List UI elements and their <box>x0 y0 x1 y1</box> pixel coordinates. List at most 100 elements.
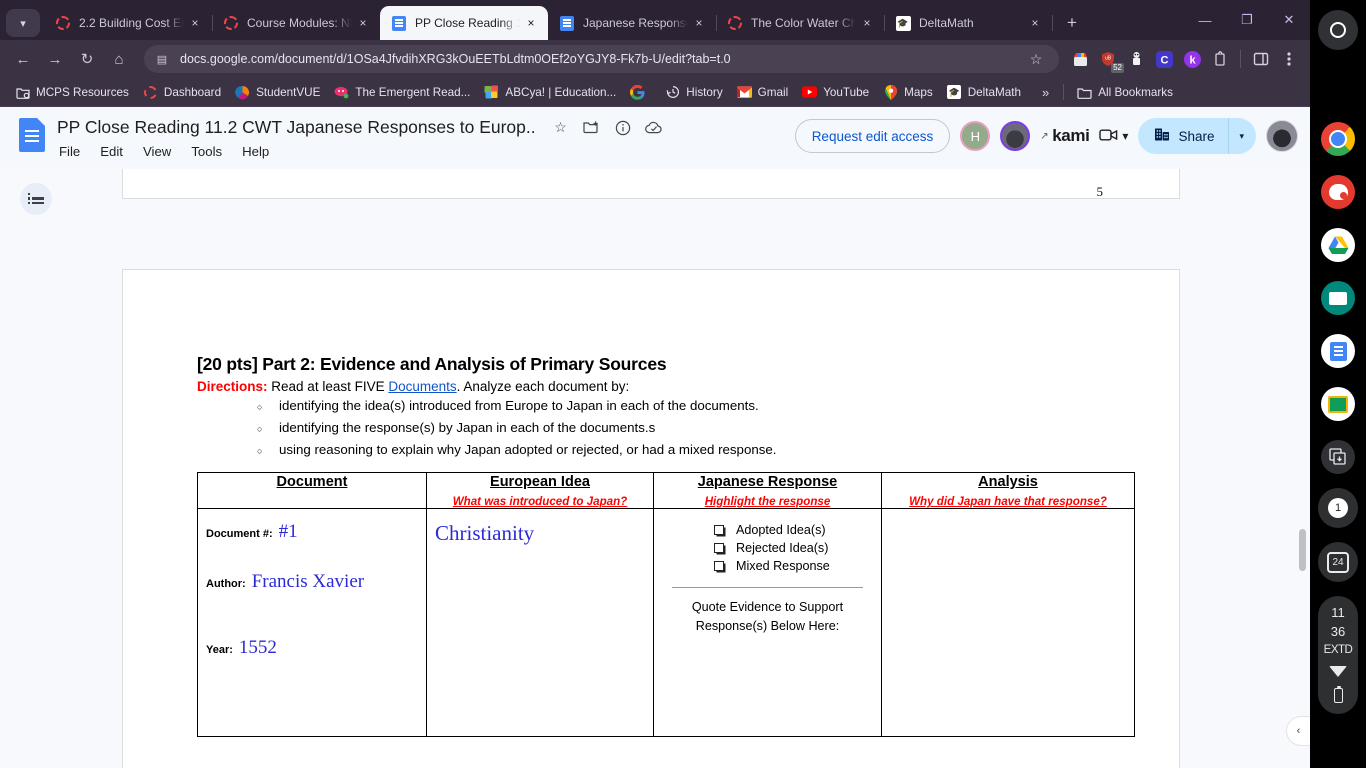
notification-center-button[interactable]: 1 <box>1318 488 1358 528</box>
k-extension-icon[interactable]: k <box>1179 45 1205 73</box>
tab-search-button[interactable]: ▾ <box>6 9 40 37</box>
launcher-button[interactable] <box>1318 10 1358 50</box>
star-icon[interactable]: ☆ <box>551 118 570 137</box>
menu-tools[interactable]: Tools <box>189 143 224 160</box>
checkbox-row-adopted[interactable]: Adopted Idea(s) <box>668 521 867 539</box>
bookmark-youtube[interactable]: YouTube <box>795 81 876 103</box>
documents-link[interactable]: Documents <box>388 379 456 394</box>
tab-2-active[interactable]: PP Close Reading 11 × <box>380 6 548 40</box>
tab-close-button[interactable]: × <box>858 14 876 32</box>
vertical-scrollbar[interactable] <box>1299 529 1306 571</box>
chrome-webstore-icon[interactable] <box>1067 45 1093 73</box>
european-idea-value: Christianity <box>435 521 535 545</box>
shelf-app-paint[interactable] <box>1321 175 1355 209</box>
share-dropdown-button[interactable]: ▾ <box>1228 118 1256 154</box>
tab-close-button[interactable]: × <box>522 14 540 32</box>
checkbox-row-mixed[interactable]: Mixed Response <box>668 557 867 575</box>
back-icon[interactable]: ← <box>8 44 38 74</box>
youtube-icon <box>802 85 818 100</box>
bookmark-abcya[interactable]: ABCya! | Education... <box>477 81 623 103</box>
move-to-folder-icon[interactable] <box>582 118 601 137</box>
restore-icon[interactable]: ❐ <box>1226 0 1268 40</box>
shelf-app-classroom[interactable] <box>1321 387 1355 421</box>
calendar-button[interactable]: 24 <box>1318 542 1358 582</box>
shelf-app-slides[interactable] <box>1321 281 1355 315</box>
checkbox-icon[interactable] <box>714 561 724 571</box>
shelf-app-chrome[interactable] <box>1321 122 1355 156</box>
account-avatar[interactable] <box>1266 120 1298 152</box>
shelf-app-docs[interactable] <box>1321 334 1355 368</box>
chrome-menu-icon[interactable] <box>1276 45 1302 73</box>
kami-extension-button[interactable]: ↗ kami <box>1040 126 1090 146</box>
shelf-app-drive[interactable] <box>1321 228 1355 262</box>
status-tray[interactable]: 11 36 EXTD <box>1318 596 1358 714</box>
cell-japanese-response[interactable]: Adopted Idea(s) Rejected Idea(s) Mixed R… <box>653 508 882 737</box>
checkbox-row-rejected[interactable]: Rejected Idea(s) <box>668 539 867 557</box>
directions-line: Directions: Read at least FIVE Documents… <box>197 379 1137 394</box>
new-tab-button[interactable]: + <box>1058 9 1086 37</box>
checkbox-icon[interactable] <box>714 543 724 553</box>
address-bar[interactable]: ▤ docs.google.com/document/d/1OSa4Jfvdih… <box>144 45 1059 73</box>
header-cell-document: Document <box>197 472 427 509</box>
forward-icon[interactable]: → <box>40 44 70 74</box>
menu-edit[interactable]: Edit <box>98 143 125 160</box>
tab-close-button[interactable]: × <box>690 14 708 32</box>
collaborator-avatar-image[interactable] <box>1000 121 1031 151</box>
menu-view[interactable]: View <box>141 143 173 160</box>
share-button[interactable]: Share <box>1138 118 1228 154</box>
document-number-label: Document #: <box>206 528 273 540</box>
bookmark-maps[interactable]: Maps <box>876 81 940 103</box>
bookmark-gmail[interactable]: Gmail <box>730 81 796 103</box>
home-icon[interactable]: ⌂ <box>104 44 134 74</box>
collapse-panel-button[interactable]: ‹ <box>1286 716 1310 746</box>
google-docs-logo[interactable] <box>16 118 48 160</box>
bookmark-history[interactable]: History <box>658 81 729 103</box>
bullet-marker-icon: ○ <box>257 446 263 456</box>
bookmarks-overflow-button[interactable]: » <box>1034 85 1057 100</box>
cloud-saved-icon[interactable] <box>644 118 663 137</box>
bookmark-star-icon[interactable]: ☆ <box>1023 46 1049 72</box>
header-cell-japanese-response: Japanese Response Highlight the response <box>653 472 882 509</box>
bookmark-dashboard[interactable]: Dashboard <box>136 81 228 103</box>
request-edit-access-button[interactable]: Request edit access <box>794 119 951 153</box>
extensions-puzzle-icon[interactable] <box>1207 45 1233 73</box>
checkbox-icon[interactable] <box>714 525 724 535</box>
bookmark-studentvue[interactable]: StudentVUE <box>228 81 327 103</box>
tab-close-button[interactable]: × <box>354 14 372 32</box>
c-extension-icon[interactable]: C <box>1151 45 1177 73</box>
google-meet-button[interactable]: ▾ <box>1099 128 1128 145</box>
reload-icon[interactable]: ↻ <box>72 44 102 74</box>
close-icon[interactable]: ✕ <box>1268 0 1310 40</box>
cell-analysis[interactable] <box>881 508 1135 737</box>
cell-european-idea[interactable]: Christianity <box>426 508 654 737</box>
svg-text:k: k <box>1189 54 1196 66</box>
tab-4[interactable]: The Color Water Cha × <box>716 6 885 40</box>
page-info-icon[interactable]: ▤ <box>154 51 170 67</box>
side-panel-icon[interactable] <box>1248 45 1274 73</box>
menu-help[interactable]: Help <box>240 143 271 160</box>
bookmark-deltamath[interactable]: 🎓 DeltaMath <box>940 81 1028 103</box>
tab-close-button[interactable]: × <box>1026 14 1044 32</box>
ublock-origin-icon[interactable]: uB 52 <box>1095 45 1124 73</box>
bookmark-google[interactable] <box>623 81 658 103</box>
tab-close-button[interactable]: × <box>186 14 204 32</box>
bookmark-mcps-resources[interactable]: MCPS Resources <box>8 81 136 103</box>
column-title: Document <box>276 474 348 490</box>
all-bookmarks-button[interactable]: All Bookmarks <box>1070 81 1180 103</box>
menu-file[interactable]: File <box>57 143 82 160</box>
tab-3[interactable]: Japanese Responses × <box>548 6 717 40</box>
collaborator-avatar-h[interactable]: H <box>960 121 991 151</box>
tab-1[interactable]: Course Modules: NE × <box>212 6 381 40</box>
bullet-text: using reasoning to explain why Japan ado… <box>279 442 777 457</box>
minimize-icon[interactable]: — <box>1184 0 1226 40</box>
tab-0[interactable]: 2.2 Building Cost Est × <box>44 6 213 40</box>
bookmark-emergent-reader[interactable]: The Emergent Read... <box>327 81 477 103</box>
bookmark-label: The Emergent Read... <box>355 85 471 99</box>
chevron-down-icon: ▾ <box>1239 130 1244 141</box>
tab-5[interactable]: 🎓 DeltaMath × <box>884 6 1053 40</box>
grammar-extension-icon[interactable] <box>1123 45 1149 73</box>
shelf-app-files[interactable] <box>1321 440 1355 474</box>
cell-document-info[interactable]: Document #: #1 Author: Francis Xavier Year… <box>197 508 427 737</box>
document-title[interactable]: PP Close Reading 11.2 CWT Japanese Respo… <box>57 116 537 138</box>
document-status-icon[interactable] <box>613 118 632 137</box>
